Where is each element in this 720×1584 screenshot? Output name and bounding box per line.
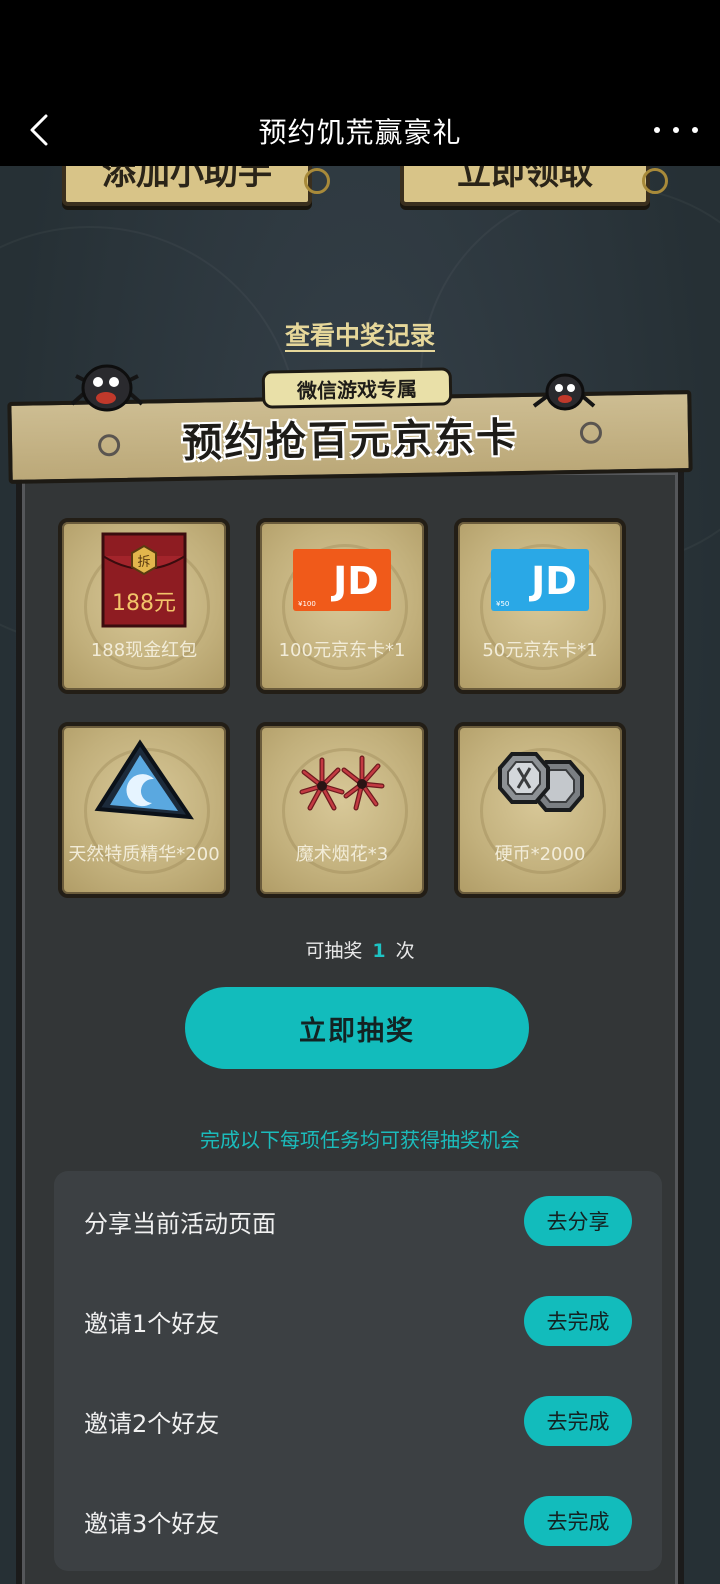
card-value-text: ¥100: [298, 600, 316, 608]
prize-label: 188现金红包: [90, 640, 198, 661]
red-envelope-icon: 拆 188元: [101, 532, 187, 628]
status-bar: [0, 0, 720, 96]
prize-label: 魔术烟花*3: [295, 844, 389, 865]
spider-icon: [70, 364, 144, 412]
prize-card[interactable]: JD ¥50 50元京东卡*1: [454, 518, 626, 694]
task-row-invite-1: 邀请1个好友 去完成: [54, 1271, 662, 1371]
prize-card[interactable]: 天然特质精华*200: [58, 722, 230, 898]
banner-tag: 微信游戏专属: [261, 367, 453, 409]
back-icon[interactable]: [22, 110, 62, 150]
more-icon[interactable]: [654, 110, 698, 150]
task-row-share: 分享当前活动页面 去分享: [54, 1171, 662, 1271]
task-label: 邀请3个好友: [84, 1509, 220, 1538]
prize-label: 天然特质精华*200: [68, 844, 220, 865]
add-helper-button[interactable]: 添加小助手: [62, 166, 330, 206]
draw-now-button[interactable]: 立即抽奖: [185, 987, 529, 1069]
task-list: 分享当前活动页面 去分享 邀请1个好友 去完成 邀请2个好友 去完成 邀请3个好…: [54, 1171, 662, 1571]
coins-icon: [498, 752, 584, 812]
activity-page: 添加小助手 立即领取 查看中奖记录 预约抢百元京东卡 微信游戏专属 拆 188元…: [0, 166, 720, 1584]
claim-now-button[interactable]: 立即领取: [400, 166, 668, 206]
claim-now-label: 立即领取: [457, 166, 593, 193]
envelope-amount-text: 188元: [112, 591, 176, 616]
prize-label: 硬币*2000: [494, 844, 586, 865]
complete-button[interactable]: 去完成: [524, 1496, 632, 1546]
share-button[interactable]: 去分享: [524, 1196, 632, 1246]
jd-card-orange-icon: JD ¥100: [293, 549, 391, 611]
card-brand-text: JD: [330, 559, 379, 603]
task-hint: 完成以下每项任务均可获得抽奖机会: [200, 1128, 520, 1152]
jd-card-blue-icon: JD ¥50: [491, 549, 589, 611]
add-helper-label: 添加小助手: [102, 166, 272, 193]
prize-card[interactable]: JD ¥100 100元京东卡*1: [256, 518, 428, 694]
card-value-text: ¥50: [496, 600, 509, 608]
draw-count-prefix: 可抽奖: [305, 940, 363, 962]
prize-card[interactable]: 魔术烟花*3: [256, 722, 428, 898]
draw-now-label: 立即抽奖: [299, 1015, 415, 1047]
banner-title: 预约抢百元京东卡: [181, 414, 519, 467]
task-row-invite-3: 邀请3个好友 去完成: [54, 1471, 662, 1571]
crystal-essence-icon: [94, 739, 194, 820]
spider-icon: [532, 373, 596, 411]
firework-icon: [299, 755, 385, 811]
complete-button[interactable]: 去完成: [524, 1296, 632, 1346]
prize-label: 100元京东卡*1: [278, 640, 406, 661]
swirl-icon: [97, 434, 121, 457]
draw-count: 可抽奖 1 次: [0, 936, 720, 963]
task-label: 邀请1个好友: [84, 1309, 220, 1338]
draw-count-number: 1: [372, 940, 386, 962]
task-row-invite-2: 邀请2个好友 去完成: [54, 1371, 662, 1471]
complete-button[interactable]: 去完成: [524, 1396, 632, 1446]
prize-grid: 拆 188元 188现金红包 JD ¥100 100元京东卡*1 JD ¥50 …: [58, 518, 658, 898]
nav-bar: 预约饥荒赢豪礼: [0, 96, 720, 166]
prize-card[interactable]: 拆 188元 188现金红包: [58, 518, 230, 694]
draw-count-suffix: 次: [395, 940, 415, 962]
prize-label: 50元京东卡*1: [482, 640, 598, 661]
task-label: 分享当前活动页面: [84, 1209, 276, 1238]
card-brand-text: JD: [528, 559, 577, 603]
view-prize-record-link[interactable]: 查看中奖记录: [0, 316, 720, 352]
swirl-icon: [579, 421, 603, 444]
envelope-seal-text: 拆: [137, 555, 150, 570]
task-label: 邀请2个好友: [84, 1409, 220, 1438]
prize-card[interactable]: 硬币*2000: [454, 722, 626, 898]
page-title: 预约饥荒赢豪礼: [258, 116, 462, 149]
